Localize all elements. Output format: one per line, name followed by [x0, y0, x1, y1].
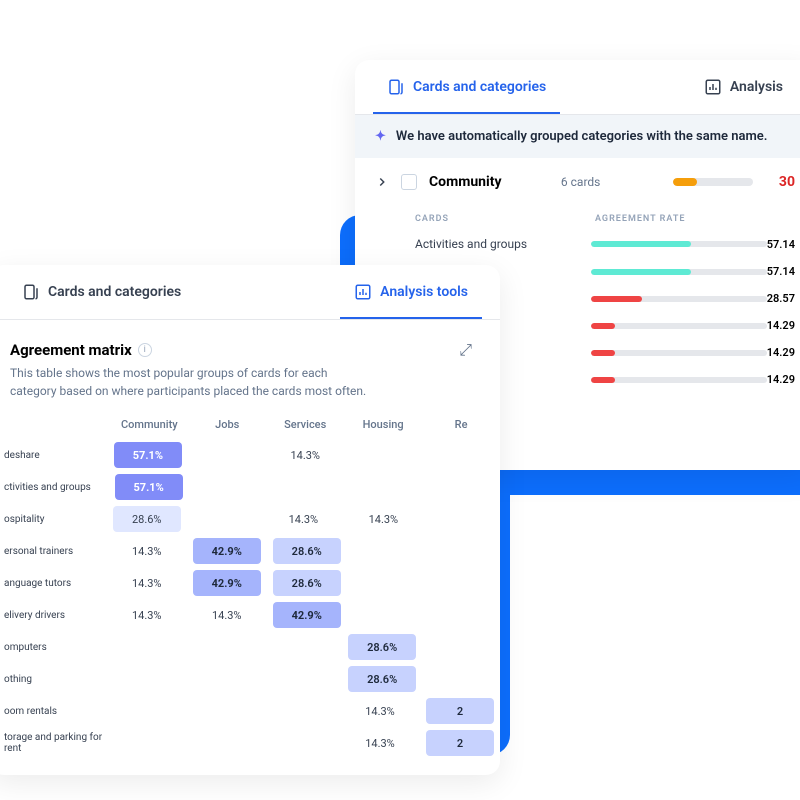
matrix-cell[interactable]: 42.9% [273, 602, 341, 628]
matrix-cell[interactable]: 28.6% [348, 666, 416, 692]
matrix-row: torage and parking for rent 14.3% 2 [0, 727, 500, 759]
matrix-col-header: Services [266, 418, 344, 431]
matrix-cell[interactable]: 42.9% [193, 570, 261, 596]
matrix-row-label: elivery drivers [0, 610, 107, 621]
group-name: Community [429, 174, 549, 190]
agreement-matrix-title: Agreement matrix [10, 341, 132, 359]
matrix-cell[interactable]: 14.3% [113, 538, 181, 564]
group-count: 6 cards [561, 175, 661, 189]
agreement-bar [591, 241, 767, 247]
section-title: Agreement matrix i ⤢ [0, 320, 500, 364]
matrix-cell[interactable]: 57.1% [115, 474, 183, 500]
matrix-row-label: anguage tutors [0, 578, 107, 589]
matrix-row: deshare 57.1% 14.3% [0, 439, 500, 471]
cards-icon [22, 283, 40, 301]
info-icon[interactable]: i [138, 343, 152, 357]
tab-label: Analysis tools [380, 284, 468, 300]
panel-analysis-tools: Cards and categories Analysis tools Agre… [0, 265, 500, 775]
col-agreement: AGREEMENT RATE [595, 214, 685, 224]
checkbox[interactable] [401, 174, 417, 190]
matrix-cell[interactable]: 14.3% [346, 730, 414, 756]
agreement-bar [591, 269, 767, 275]
sub-header: CARDS AGREEMENT RATE [355, 206, 800, 230]
matrix-row: ctivities and groups 57.1% [0, 471, 500, 503]
matrix-cell[interactable]: 28.6% [273, 570, 341, 596]
tab-analysis-tools[interactable]: Analysis tools [340, 265, 482, 319]
matrix-row-label: torage and parking for rent [0, 732, 108, 754]
matrix-col-header: Community [110, 418, 188, 431]
matrix-row: omputers 28.6% [0, 631, 500, 663]
matrix-row-label: deshare [0, 450, 108, 461]
matrix-row: oom rentals 14.3% 2 [0, 695, 500, 727]
matrix-cell[interactable]: 42.9% [193, 538, 261, 564]
agreement-bar [591, 323, 767, 329]
agreement-value: 14.29 [767, 346, 795, 359]
group-agreement-bar [673, 178, 753, 186]
tab-label: Cards and categories [48, 284, 181, 300]
section-desc: This table shows the most popular groups… [0, 364, 390, 418]
agreement-value: 57.14 [767, 265, 795, 278]
card-label: Activities and groups [415, 237, 591, 251]
matrix-row-label: ersonal trainers [0, 546, 107, 557]
matrix-row: elivery drivers 14.3% 14.3% 42.9% [0, 599, 500, 631]
matrix-cell[interactable]: 14.3% [113, 602, 181, 628]
tab-cards-categories[interactable]: Cards and categories [8, 265, 195, 319]
tab-cards-categories[interactable]: Cards and categories [373, 60, 560, 114]
matrix-cell[interactable]: 2 [426, 730, 494, 756]
matrix-cell[interactable]: 14.3% [346, 698, 414, 724]
info-banner: ✦ We have automatically grouped categori… [355, 115, 800, 158]
group-agreement-pct: 30 [779, 174, 795, 190]
agreement-value: 14.29 [767, 319, 795, 332]
matrix-cell[interactable]: 28.6% [348, 634, 416, 660]
matrix-row-label: ospitality [0, 514, 107, 525]
matrix-row: othing 28.6% [0, 663, 500, 695]
matrix-row: anguage tutors 14.3% 42.9% 28.6% [0, 567, 500, 599]
matrix-row-label: omputers [0, 642, 109, 653]
tabs-back: Cards and categories Analysis [355, 60, 800, 115]
matrix-cell[interactable]: 14.3% [269, 506, 337, 532]
agreement-bar [591, 350, 767, 356]
agreement-value: 57.14 [767, 238, 795, 251]
matrix-col-header: Housing [344, 418, 422, 431]
agreement-matrix: CommunityJobsServicesHousingRe deshare 57… [0, 418, 500, 759]
chevron-up-icon [375, 175, 389, 189]
agreement-bar [591, 377, 767, 383]
matrix-cell[interactable]: 14.3% [349, 506, 417, 532]
tabs-front: Cards and categories Analysis tools [0, 265, 500, 320]
agreement-value: 14.29 [767, 373, 795, 386]
matrix-cell[interactable]: 14.3% [193, 602, 261, 628]
matrix-row: ersonal trainers 14.3% 42.9% 28.6% [0, 535, 500, 567]
matrix-cell[interactable]: 14.3% [271, 442, 339, 468]
tab-analysis[interactable]: Analysis [690, 60, 797, 114]
card-row[interactable]: Activities and groups 57.14 [355, 230, 800, 258]
matrix-cell[interactable]: 28.6% [273, 538, 341, 564]
tab-label: Cards and categories [413, 79, 546, 95]
group-header[interactable]: Community 6 cards 30 [355, 158, 800, 206]
agreement-bar [591, 296, 767, 302]
expand-icon[interactable]: ⤢ [459, 340, 480, 360]
tab-label: Analysis [730, 79, 783, 95]
matrix-row-label: othing [0, 674, 109, 685]
matrix-cell[interactable]: 57.1% [114, 442, 182, 468]
agreement-value: 28.57 [767, 292, 795, 305]
matrix-cell[interactable]: 28.6% [113, 506, 181, 532]
banner-text: We have automatically grouped categories… [396, 129, 768, 144]
matrix-col-header: Jobs [188, 418, 266, 431]
matrix-row-label: oom rentals [0, 706, 108, 717]
bar-chart-icon [354, 283, 372, 301]
bar-chart-icon [704, 78, 722, 96]
cards-icon [387, 78, 405, 96]
col-cards: CARDS [415, 214, 595, 224]
matrix-row: ospitality 28.6% 14.3% 14.3% [0, 503, 500, 535]
matrix-col-header: Re [422, 418, 500, 431]
matrix-row-label: ctivities and groups [0, 482, 109, 493]
sparkle-icon: ✦ [375, 129, 386, 144]
matrix-cell[interactable]: 2 [426, 698, 494, 724]
matrix-cell[interactable]: 14.3% [113, 570, 181, 596]
